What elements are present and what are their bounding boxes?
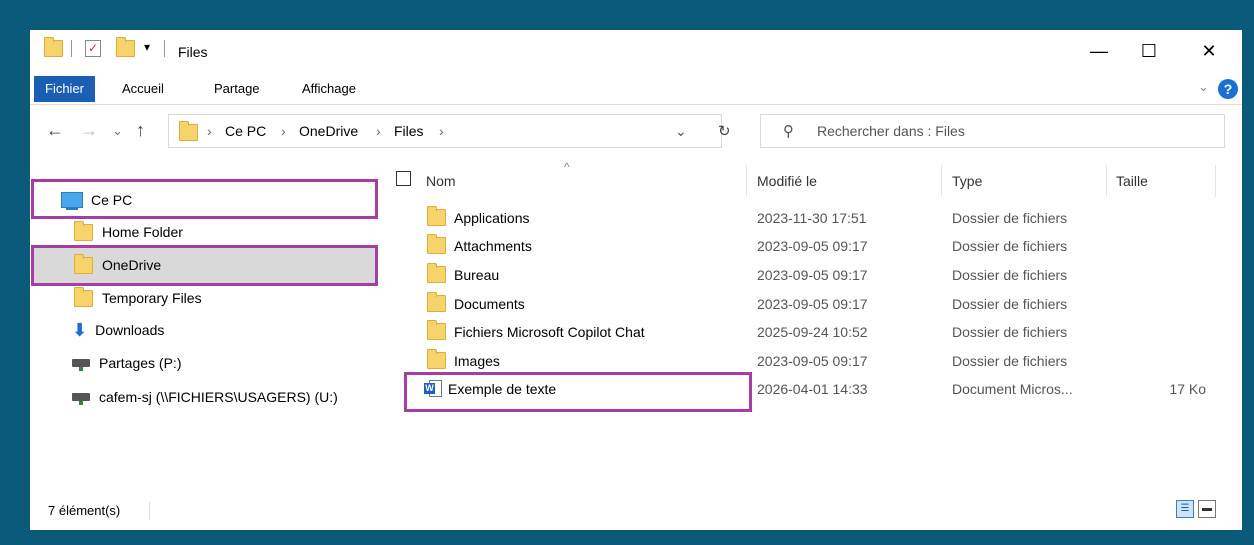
column-header-type[interactable]: Type: [952, 173, 982, 189]
file-row[interactable]: Fichiers Microsoft Copilot Chat 2025-09-…: [30, 318, 1242, 346]
back-arrow-icon[interactable]: ←: [46, 120, 64, 141]
forward-arrow-icon[interactable]: →: [80, 120, 98, 141]
column-header-nom[interactable]: Nom: [426, 173, 456, 189]
file-modified: 2023-09-05 09:17: [757, 267, 868, 283]
file-type: Dossier de fichiers: [952, 324, 1068, 340]
search-placeholder[interactable]: Rechercher dans : Files: [817, 123, 965, 139]
folder-icon: [179, 121, 198, 141]
expand-ribbon-icon[interactable]: ⌄: [1198, 79, 1209, 95]
column-divider[interactable]: [941, 165, 942, 197]
maximize-button[interactable]: ☐: [1134, 38, 1164, 64]
column-divider[interactable]: [1215, 165, 1216, 197]
file-modified: 2023-09-05 09:17: [757, 238, 868, 254]
tab-partage[interactable]: Partage: [204, 76, 270, 102]
large-icons-view-icon[interactable]: ▬: [1198, 500, 1216, 518]
highlight-exemple-de-texte: [404, 372, 752, 412]
breadcrumb-separator[interactable]: ›: [376, 123, 381, 139]
search-icon: ⚲: [783, 123, 794, 140]
file-modified: 2023-09-05 09:17: [757, 296, 868, 312]
ribbon-tabs: Fichier Accueil Partage Affichage ⌄ ?: [30, 76, 1242, 105]
breadcrumb-separator[interactable]: ›: [207, 123, 212, 139]
file-modified: 2026-04-01 14:33: [757, 381, 868, 397]
file-row[interactable]: Images 2023-09-05 09:17 Dossier de fichi…: [30, 347, 1242, 375]
address-bar[interactable]: › Ce PC › OneDrive › Files › ⌄: [168, 114, 722, 148]
file-modified: 2023-11-30 17:51: [757, 210, 867, 226]
file-modified: 2025-09-24 10:52: [757, 324, 868, 340]
item-count: 7 élément(s): [48, 503, 121, 518]
tab-accueil[interactable]: Accueil: [112, 76, 174, 102]
file-type: Dossier de fichiers: [952, 210, 1068, 226]
tab-fichier[interactable]: Fichier: [34, 76, 96, 102]
folder-icon: [427, 234, 446, 254]
breadcrumb-separator[interactable]: ›: [439, 123, 444, 139]
recent-locations-icon[interactable]: ⌄: [112, 123, 123, 139]
file-modified: 2023-09-05 09:17: [757, 353, 868, 369]
column-divider[interactable]: [746, 165, 747, 197]
folder-icon: [427, 320, 446, 340]
new-folder-icon[interactable]: [116, 37, 135, 57]
file-type: Dossier de fichiers: [952, 296, 1068, 312]
file-name: Applications: [454, 209, 530, 226]
details-view-icon[interactable]: ☰: [1176, 500, 1194, 518]
customize-toolbar-icon[interactable]: ▾: [144, 40, 150, 54]
file-name: Fichiers Microsoft Copilot Chat: [454, 323, 645, 340]
folder-icon: [44, 37, 63, 57]
file-name: Attachments: [454, 237, 532, 254]
address-dropdown-icon[interactable]: ⌄: [675, 123, 687, 140]
file-explorer-window: ✓ ▾ Files — ☐ ✕ Fichier Accueil Partage …: [30, 30, 1242, 530]
folder-icon: [427, 349, 446, 369]
folder-icon: [427, 206, 446, 226]
minimize-button[interactable]: —: [1084, 38, 1114, 64]
up-arrow-icon[interactable]: ↑: [136, 120, 145, 141]
column-header-taille[interactable]: Taille: [1116, 173, 1148, 189]
search-box[interactable]: ⚲ Rechercher dans : Files: [760, 114, 1225, 148]
refresh-icon[interactable]: ↻: [718, 122, 731, 140]
file-name: Bureau: [454, 266, 500, 283]
breadcrumb-separator[interactable]: ›: [281, 123, 286, 139]
file-row[interactable]: Bureau 2023-09-05 09:17 Dossier de fichi…: [30, 261, 1242, 289]
file-type: Document Micros...: [952, 381, 1073, 397]
file-type: Dossier de fichiers: [952, 267, 1068, 283]
file-size: 17 Ko: [1169, 381, 1206, 397]
select-all-checkbox[interactable]: [396, 171, 411, 186]
breadcrumb-onedrive[interactable]: OneDrive: [299, 123, 358, 139]
file-row[interactable]: Attachments 2023-09-05 09:17 Dossier de …: [30, 232, 1242, 260]
breadcrumb-files[interactable]: Files: [394, 123, 424, 139]
column-divider[interactable]: [1106, 165, 1107, 197]
properties-icon[interactable]: ✓: [85, 40, 101, 57]
status-divider: [149, 502, 150, 520]
file-name: Images: [454, 352, 500, 369]
folder-icon: [427, 263, 446, 283]
sort-ascending-icon: ^: [564, 160, 570, 174]
help-icon[interactable]: ?: [1218, 79, 1238, 99]
file-name: Documents: [454, 295, 525, 312]
file-type: Dossier de fichiers: [952, 238, 1068, 254]
file-type: Dossier de fichiers: [952, 353, 1068, 369]
folder-icon: [427, 292, 446, 312]
column-header-modifie[interactable]: Modifié le: [757, 173, 817, 189]
window-title: Files: [178, 44, 208, 60]
title-bar: ✓ ▾ Files — ☐ ✕: [30, 30, 1242, 72]
close-button[interactable]: ✕: [1194, 38, 1224, 64]
file-row[interactable]: Applications 2023-11-30 17:51 Dossier de…: [30, 204, 1242, 232]
file-row[interactable]: Documents 2023-09-05 09:17 Dossier de fi…: [30, 290, 1242, 318]
breadcrumb-ce-pc[interactable]: Ce PC: [225, 123, 266, 139]
tab-affichage[interactable]: Affichage: [292, 76, 366, 102]
